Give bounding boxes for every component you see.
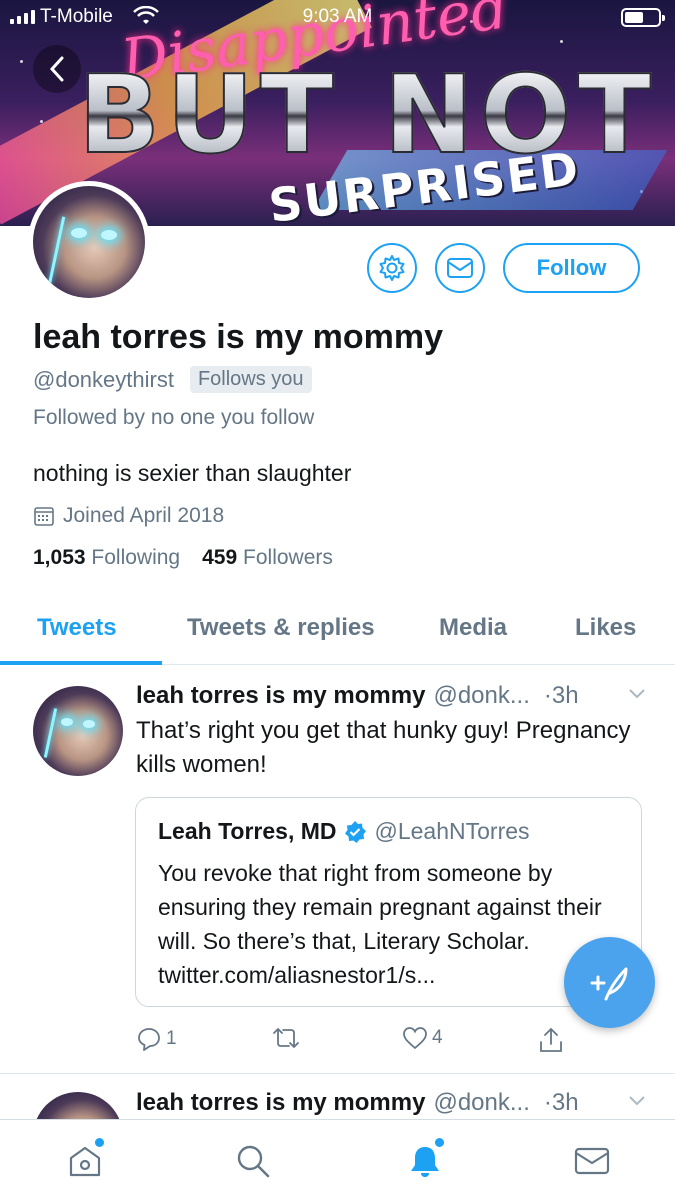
tab-tweets[interactable]: Tweets: [37, 614, 117, 642]
gear-icon: [379, 255, 405, 281]
chevron-down-icon[interactable]: [628, 688, 646, 700]
followers-link[interactable]: 459 Followers: [202, 546, 333, 570]
nav-notifications[interactable]: [402, 1138, 448, 1184]
mail-icon: [574, 1147, 610, 1175]
heart-icon: [403, 1027, 427, 1050]
reply-count: 1: [166, 1028, 177, 1049]
chevron-down-icon[interactable]: [628, 1095, 646, 1107]
message-button[interactable]: [435, 243, 485, 293]
notification-dot: [95, 1138, 104, 1147]
quoted-tweet-text: You revoke that right from someone by en…: [158, 860, 602, 988]
share-button[interactable]: [538, 1026, 564, 1054]
profile-display-name: leah torres is my mommy: [33, 318, 444, 356]
verified-badge-icon: [344, 820, 366, 843]
like-count: 4: [432, 1027, 443, 1048]
bottom-navigation: [0, 1119, 675, 1200]
followed-by-text[interactable]: Followed by no one you follow: [33, 406, 314, 430]
joined-label: Joined April 2018: [63, 504, 225, 527]
avatar-image: [33, 186, 145, 298]
tweet-header: leah torres is my mommy @donk... ·3h: [136, 1089, 646, 1117]
calendar-icon: [34, 507, 54, 526]
search-icon: [237, 1145, 270, 1178]
tweet-author-handle: @donk...: [433, 1089, 530, 1116]
follows-you-badge: Follows you: [189, 366, 312, 393]
quoted-author-handle: @LeahNTorres: [374, 818, 530, 844]
clock: 9:03 AM: [302, 6, 373, 27]
follow-counts: 1,053 Following 459 Followers: [33, 546, 333, 570]
handle-row: @donkeythirst Follows you: [33, 366, 312, 393]
tweet-time: ·3h: [543, 682, 579, 709]
profile-avatar[interactable]: [28, 181, 150, 303]
followers-count: 459: [202, 546, 238, 569]
joined-date: Joined April 2018: [33, 504, 224, 528]
notification-dot: [435, 1138, 444, 1147]
following-label: Following: [91, 546, 181, 569]
settings-button[interactable]: [367, 243, 417, 293]
compose-feather-icon: [590, 967, 627, 1000]
tab-media[interactable]: Media: [439, 614, 507, 642]
tweet-header: leah torres is my mommy @donk... ·3h: [136, 682, 646, 710]
tweet-author-name: leah torres is my mommy: [136, 1089, 426, 1116]
following-link[interactable]: 1,053 Following: [33, 546, 180, 570]
chevron-left-icon: [49, 56, 64, 82]
share-icon: [540, 1027, 562, 1052]
tweet-author-name: leah torres is my mommy: [136, 682, 426, 709]
following-count: 1,053: [33, 546, 86, 569]
compose-tweet-button[interactable]: [564, 937, 655, 1028]
reply-button[interactable]: 1: [136, 1026, 177, 1052]
followers-label: Followers: [243, 546, 333, 569]
tab-tweets-replies[interactable]: Tweets & replies: [187, 614, 375, 642]
tweet-actions: 1 4: [136, 1026, 576, 1060]
tweet-author-handle: @donk...: [433, 682, 530, 709]
status-bar: T-Mobile 9:03 AM: [0, 0, 675, 36]
tweet-avatar[interactable]: [33, 686, 123, 776]
tab-likes[interactable]: Likes: [575, 614, 636, 642]
nav-search[interactable]: [230, 1138, 276, 1184]
tweet-divider: [0, 1073, 675, 1074]
tweet-time: ·3h: [543, 1089, 579, 1116]
follow-button[interactable]: Follow: [503, 243, 640, 293]
nav-messages[interactable]: [569, 1138, 615, 1184]
home-icon: [69, 1146, 101, 1177]
quoted-tweet-header: Leah Torres, MD @LeahNTorres: [158, 818, 530, 845]
battery-icon: [621, 8, 665, 27]
back-button[interactable]: [33, 45, 81, 93]
reply-icon: [138, 1028, 160, 1051]
profile-bio: nothing is sexier than slaughter: [33, 460, 352, 486]
quoted-author-name: Leah Torres, MD: [158, 818, 337, 844]
tweet-text: That’s right you get that hunky guy! Pre…: [136, 717, 631, 778]
like-button[interactable]: 4: [402, 1026, 443, 1050]
envelope-icon: [447, 258, 473, 278]
profile-handle: @donkeythirst: [33, 366, 174, 392]
retweet-icon: [273, 1028, 299, 1048]
profile-tabs: Tweets Tweets & replies Media Likes: [0, 600, 675, 665]
bell-icon: [411, 1147, 439, 1177]
retweet-button[interactable]: [272, 1026, 304, 1050]
nav-home[interactable]: [62, 1138, 108, 1184]
active-tab-indicator: [0, 661, 162, 665]
